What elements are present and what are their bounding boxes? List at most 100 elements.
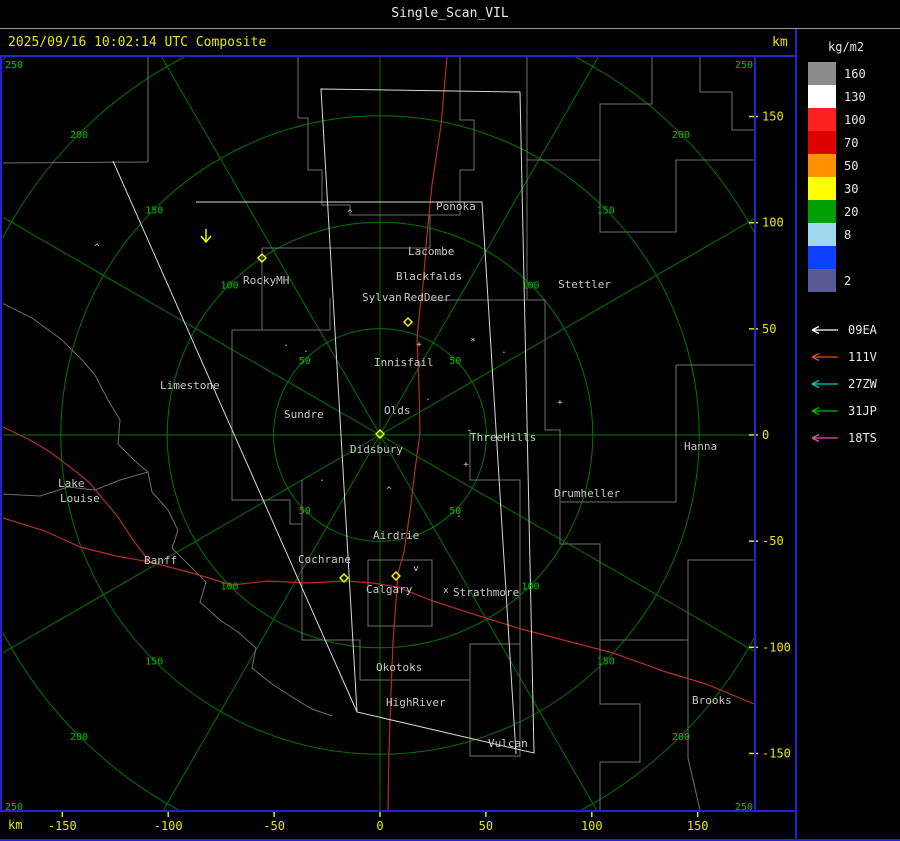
vil-scale-row: 50: [808, 154, 898, 177]
highways: [3, 57, 754, 810]
radar-legend-row: 111V: [804, 343, 898, 370]
city-label-vulcan: Vulcan: [488, 737, 528, 750]
vil-scale-swatch: [808, 246, 836, 269]
bottom-axis-tick-label: 100: [581, 819, 603, 833]
range-ring-label: 100: [521, 581, 539, 592]
city-label-blackfalds: Blackfalds: [396, 270, 462, 283]
city-label-drumheller: Drumheller: [554, 487, 621, 500]
header-strip: 2025/09/16 10:02:14 UTC Composite km: [0, 29, 796, 56]
axis-ticks: km 150 100 50 0 -50 -100 -150 -150 -100 -50 0 50 100…: [8, 110, 791, 833]
radar-site-marker: [403, 317, 413, 327]
range-ring-label: 250: [5, 60, 23, 71]
city-label-lake: Lake: [58, 477, 85, 490]
range-ring-label: 100: [521, 281, 539, 292]
city-label-innisfail: Innisfail: [374, 356, 434, 369]
town-marker: *: [470, 337, 475, 347]
city-label-calgary: Calgary: [366, 583, 413, 596]
vil-scale-swatch: [808, 85, 836, 108]
town-marker: v: [413, 564, 418, 574]
scan-timestamp: 2025/09/16 10:02:14 UTC Composite: [8, 35, 267, 50]
vil-scale-row: 70: [808, 131, 898, 154]
radar-site-legend: 09EA 111V 27ZW 31JP 18TS: [804, 316, 898, 451]
range-ring-label: 150: [145, 205, 163, 216]
city-label-brooks: Brooks: [692, 694, 732, 707]
city-label-threehills: ThreeHills: [470, 431, 536, 444]
range-ring-label: 50: [299, 506, 311, 517]
city-label-hanna: Hanna: [684, 440, 717, 453]
map-labels: 50 5050 50100 100100 100150 150150 150200 20020…: [5, 60, 753, 810]
bottom-axis-tick-label: -100: [154, 819, 183, 833]
town-marker: ^: [386, 486, 392, 496]
vil-scale-value: 160: [844, 66, 866, 81]
city-label-banff: Banff: [144, 554, 177, 567]
city-label-highriver: HighRiver: [386, 696, 446, 709]
town-marker: x: [443, 586, 449, 596]
right-axis-tick-label: -50: [762, 534, 784, 548]
city-label-airdrie: Airdrie: [373, 529, 419, 542]
range-ring-label: 200: [672, 732, 690, 743]
vil-scale-value: 100: [844, 112, 866, 127]
vil-scale-value: 70: [844, 135, 859, 150]
vil-scale-swatch: [808, 269, 836, 292]
title-bar: Single_Scan_VIL: [0, 0, 900, 29]
bottom-axis-tick-label: 0: [376, 819, 383, 833]
right-axis-tick-label: 100: [762, 216, 784, 230]
vil-scale-swatch: [808, 200, 836, 223]
vil-scale-row: 100: [808, 108, 898, 131]
radar-site-marker: [391, 571, 401, 581]
town-marker: +: [416, 340, 422, 350]
radar-id: 111V: [848, 349, 877, 364]
range-ring-label: 200: [672, 130, 690, 141]
yellow-arrow-marker: [200, 229, 212, 244]
range-rings-grid: [3, 57, 754, 810]
city-label-olds: Olds: [384, 404, 411, 417]
right-axis-tick-label: 0: [762, 428, 769, 442]
radar-legend-row: 31JP: [804, 397, 898, 424]
city-label-okotoks: Okotoks: [376, 661, 422, 674]
vil-scale-swatch: [808, 62, 836, 85]
town-marker: +: [463, 460, 469, 470]
city-label-louise: Louise: [60, 492, 100, 505]
radar-legend-row: 09EA: [804, 316, 898, 343]
right-axis-tick-label: 50: [762, 322, 776, 336]
town-marker: .: [466, 424, 471, 434]
city-label-ponoka: Ponoka: [436, 200, 476, 213]
town-marker: .: [501, 346, 506, 356]
bottom-axis-tick-label: 150: [687, 819, 709, 833]
range-ring-label: 150: [145, 657, 163, 668]
radar-arrow-icon: [811, 352, 838, 361]
town-marker: ^: [94, 243, 100, 253]
radar-id: 09EA: [848, 322, 877, 337]
vil-scale-swatch: [808, 223, 836, 246]
bottom-axis-unit: km: [8, 818, 22, 832]
range-ring-label: 50: [449, 356, 461, 367]
range-ring-label: 150: [597, 657, 615, 668]
vil-scale-value: 8: [844, 227, 852, 242]
right-axis-tick-label: -100: [762, 640, 791, 654]
city-label-rockymh: RockyMH: [243, 274, 289, 287]
radar-arrow-icon: [811, 325, 838, 334]
vil-scale-value: 50: [844, 158, 859, 173]
vil-scale-row: 160: [808, 62, 898, 85]
city-label-cochrane: Cochrane: [298, 553, 351, 566]
town-marker: .: [456, 510, 461, 520]
legend-panel: kg/m2 160 130 100 70 50 30 20 8 2 09EA 111V 27ZW 31…: [798, 30, 898, 841]
town-marker: +: [557, 398, 563, 408]
bottom-axis-tick-label: 50: [479, 819, 493, 833]
vil-scale-row: [808, 246, 898, 269]
radar-arrow-icon: [811, 433, 838, 442]
radar-id: 27ZW: [848, 376, 877, 391]
town-marker: .: [319, 474, 324, 484]
city-label-lacombe: Lacombe: [408, 245, 454, 258]
range-ring-label: 100: [220, 281, 238, 292]
radar-map: 50 50 50 50 100 100 100 100 150 150 150 150 200 200 20…: [0, 29, 900, 841]
right-axis-tick-label: 150: [762, 110, 784, 124]
city-label-sundre: Sundre: [284, 408, 324, 421]
radar-legend-row: 27ZW: [804, 370, 898, 397]
vil-scale-row: 130: [808, 85, 898, 108]
range-ring-label: 150: [597, 205, 615, 216]
vil-scale-swatch: [808, 131, 836, 154]
vil-scale-swatch: [808, 108, 836, 131]
radar-arrow-icon: [811, 406, 838, 415]
city-label-didsbury: Didsbury: [350, 443, 403, 456]
